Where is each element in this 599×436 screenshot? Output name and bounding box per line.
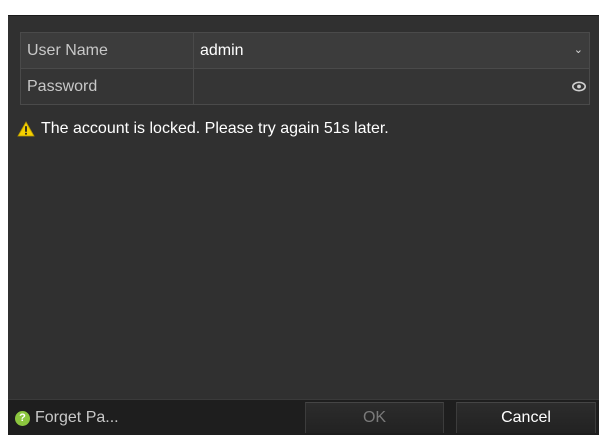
username-select[interactable]: admin ⌄ xyxy=(194,33,589,68)
cancel-button[interactable]: Cancel xyxy=(456,402,596,433)
password-row: Password xyxy=(21,69,589,104)
warning-icon xyxy=(17,121,35,137)
chevron-down-icon[interactable]: ⌄ xyxy=(574,33,583,68)
forget-password-label: Forget Pa... xyxy=(35,409,119,426)
password-label: Password xyxy=(21,69,194,104)
username-value: admin xyxy=(200,42,244,59)
username-label: User Name xyxy=(21,33,194,68)
login-form: User Name admin ⌄ Password xyxy=(20,32,590,105)
username-row: User Name admin ⌄ xyxy=(21,33,589,69)
login-dialog: User Name admin ⌄ Password The account i… xyxy=(8,15,599,435)
forget-password-link[interactable]: ? Forget Pa... xyxy=(15,400,119,436)
lockout-message-text: The account is locked. Please try again … xyxy=(41,120,389,137)
footer-bar: ? Forget Pa... OK Cancel xyxy=(8,399,599,435)
lockout-message: The account is locked. Please try again … xyxy=(17,120,389,138)
help-icon: ? xyxy=(15,410,30,426)
password-field[interactable] xyxy=(194,69,589,104)
ok-button[interactable]: OK xyxy=(305,402,444,433)
eye-icon[interactable] xyxy=(572,81,586,92)
